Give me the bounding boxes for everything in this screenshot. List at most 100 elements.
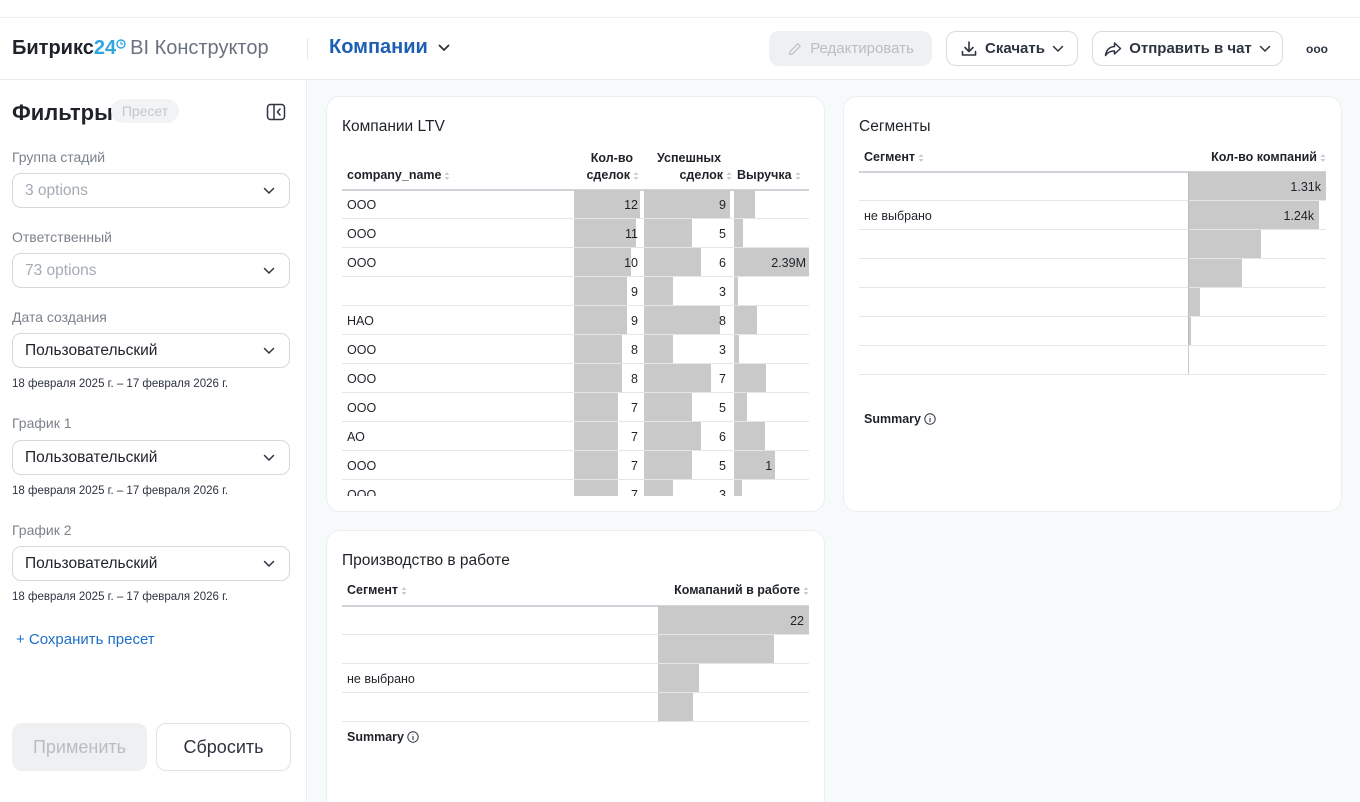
- chevron-down-icon: [438, 44, 450, 51]
- chart-2-value: Пользовательский: [25, 554, 158, 572]
- table-row[interactable]: [859, 317, 1326, 346]
- chart-2-date-range: 18 февраля 2025 г. – 17 февраля 2026 г.: [12, 591, 229, 603]
- edit-button[interactable]: Редактировать: [769, 31, 932, 66]
- chevron-down-icon: [1259, 45, 1271, 52]
- table-row[interactable]: [859, 230, 1326, 259]
- reset-button[interactable]: Сбросить: [156, 723, 291, 771]
- col-deals[interactable]: Кол-во сделок: [579, 150, 639, 184]
- chart-2-select[interactable]: Пользовательский: [12, 546, 290, 581]
- deals-cell: 10: [624, 256, 638, 270]
- preset-badge[interactable]: Пресет: [111, 99, 179, 123]
- company-name-cell: ООО: [347, 256, 377, 270]
- filters-title: Фильтры: [12, 100, 113, 125]
- table-row[interactable]: [342, 693, 809, 722]
- col-company-count[interactable]: Кол-во компаний: [1144, 149, 1326, 166]
- row-divider: [342, 721, 809, 722]
- col-prod-segment-label: Сегмент: [347, 583, 399, 597]
- won-cell: 5: [719, 401, 726, 415]
- won-cell: 3: [719, 285, 726, 299]
- won-cell: 7: [719, 372, 726, 386]
- chart-1-date-range: 18 февраля 2025 г. – 17 февраля 2026 г.: [12, 485, 229, 497]
- company-name-cell: ООО: [347, 401, 377, 415]
- company-name-cell: ООО: [347, 488, 377, 496]
- deals-cell: 7: [631, 488, 638, 496]
- table-row[interactable]: 93: [342, 277, 809, 306]
- revenue-bar: [734, 393, 747, 421]
- chart-1-select[interactable]: Пользовательский: [12, 440, 290, 475]
- chevron-down-icon: [263, 267, 275, 275]
- filter-label-created-date: Дата создания: [12, 309, 107, 325]
- chevron-down-icon: [263, 347, 275, 355]
- col-revenue-label: Выручка: [737, 168, 792, 182]
- table-row[interactable]: ООО 7 5 1: [342, 451, 809, 480]
- revenue-bar: [734, 364, 766, 392]
- dashboard-title: Компании: [329, 36, 428, 58]
- table-row[interactable]: [859, 346, 1326, 375]
- sort-icon: [918, 153, 924, 162]
- sort-icon: [633, 171, 639, 180]
- responsible-select[interactable]: 73 options: [12, 253, 290, 288]
- production-summary[interactable]: Summary: [347, 730, 419, 744]
- sort-icon: [795, 171, 801, 180]
- table-row[interactable]: 22: [342, 606, 809, 635]
- segments-summary[interactable]: Summary: [864, 412, 936, 426]
- send-to-chat-button[interactable]: Отправить в чат: [1092, 31, 1283, 66]
- company-name-cell: ООО: [347, 459, 377, 473]
- col-deals-label-1: Кол-во: [590, 151, 633, 165]
- more-button[interactable]: ooo: [1298, 31, 1336, 66]
- table-row[interactable]: [859, 288, 1326, 317]
- production-table-card: Производство в работе Сегмент Комапаний …: [326, 530, 825, 802]
- table-row[interactable]: [342, 635, 809, 664]
- table-row[interactable]: ООО 10 6 2.39M: [342, 248, 809, 277]
- deals-cell: 7: [631, 459, 638, 473]
- filter-label-chart-1: График 1: [12, 415, 72, 431]
- filter-label-responsible: Ответственный: [12, 229, 112, 245]
- download-label: Скачать: [985, 40, 1045, 57]
- table-row[interactable]: ООО 8 7: [342, 364, 809, 393]
- brand-logo[interactable]: Битрикс24 BI Конструктор: [12, 37, 269, 60]
- revenue-bar: [734, 335, 739, 363]
- created-date-select[interactable]: Пользовательский: [12, 333, 290, 368]
- filters-sidebar: Фильтры Пресет Группа стадий 3 options О…: [0, 80, 307, 802]
- deals-cell: 7: [631, 401, 638, 415]
- table-row[interactable]: НАО 9 8: [342, 306, 809, 335]
- col-segment[interactable]: Сегмент: [864, 149, 924, 166]
- revenue-bar: [734, 480, 742, 496]
- col-in-work[interactable]: Комапаний в работе: [627, 582, 809, 599]
- col-won-deals[interactable]: Успешных сделок: [643, 150, 732, 184]
- col-revenue[interactable]: Выручка: [737, 167, 801, 184]
- table-row[interactable]: 1.31k: [859, 172, 1326, 201]
- ltv-table-card: Компании LTV company_name Кол-во сделок У…: [326, 96, 825, 512]
- col-company-name[interactable]: company_name: [347, 167, 450, 184]
- dashboard-selector[interactable]: Компании: [329, 36, 450, 59]
- won-cell: 5: [719, 227, 726, 241]
- stage-group-select[interactable]: 3 options: [12, 173, 290, 208]
- table-row[interactable]: ООО 8 3: [342, 335, 809, 364]
- apply-button[interactable]: Применить: [12, 723, 147, 771]
- table-row[interactable]: не выбрано 1.24k: [859, 201, 1326, 230]
- table-row[interactable]: ООО 12 9: [342, 190, 809, 219]
- pencil-icon: [788, 42, 802, 55]
- sort-icon: [726, 171, 732, 180]
- table-row[interactable]: ООО 7 5: [342, 393, 809, 422]
- table-row[interactable]: [859, 259, 1326, 288]
- collapse-panel-icon[interactable]: [266, 103, 286, 121]
- count-bar: [1188, 346, 1189, 374]
- info-icon: [924, 413, 936, 425]
- table-row[interactable]: ООО 11 5: [342, 219, 809, 248]
- revenue-bar: [734, 422, 765, 450]
- responsible-value: 73 options: [25, 261, 97, 279]
- download-button[interactable]: Скачать: [946, 31, 1078, 66]
- table-row[interactable]: не выбрано: [342, 664, 809, 693]
- sort-icon: [401, 586, 407, 595]
- table-row[interactable]: ООО 7 3: [342, 480, 809, 496]
- col-deals-label-2: сделок: [586, 168, 630, 182]
- col-prod-segment[interactable]: Сегмент: [347, 582, 407, 599]
- ltv-rows: ООО 12 9 ООО 11 5 ООО 10 6 2.39M 9 3 НАО 9 8 ООО 8 3 ООО 8 7…: [342, 190, 809, 496]
- top-strip: [0, 0, 1360, 18]
- table-row[interactable]: АО 7 6: [342, 422, 809, 451]
- company-name-cell: НАО: [347, 314, 374, 328]
- segment-cell: не выбрано: [347, 672, 415, 686]
- deals-cell: 12: [624, 198, 638, 212]
- save-preset-link[interactable]: + Сохранить пресет: [16, 631, 155, 648]
